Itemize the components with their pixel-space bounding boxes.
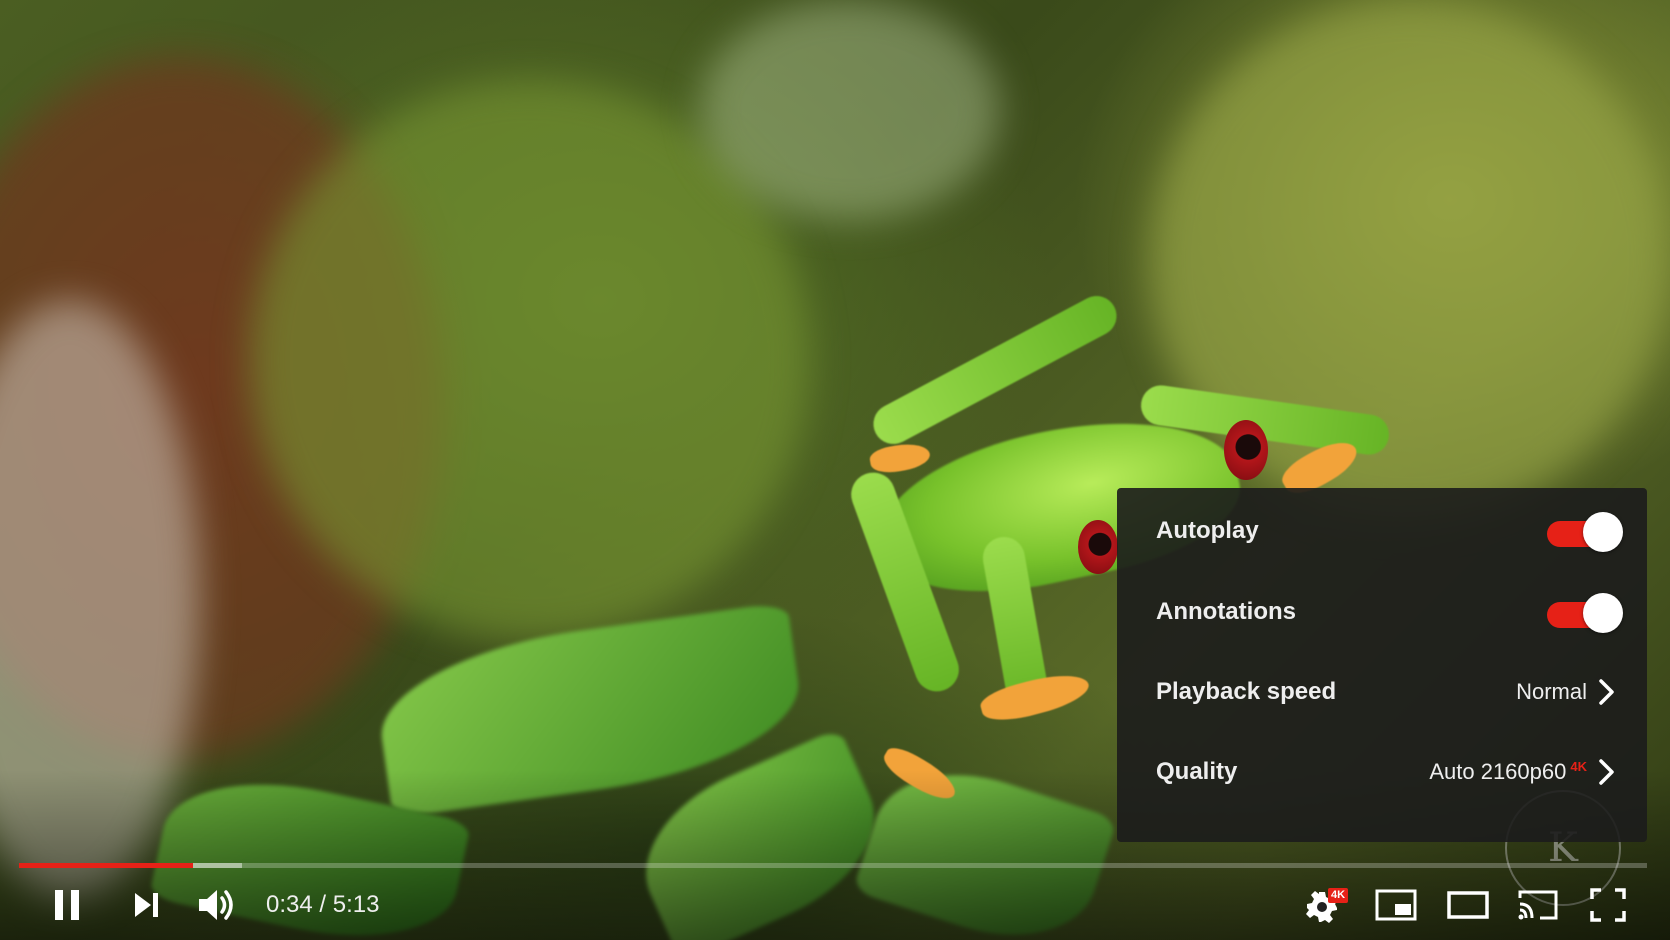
volume-icon (199, 890, 233, 920)
duration: 5:13 (332, 891, 380, 918)
frog-eye (1224, 420, 1268, 480)
playback-speed-label: Playback speed (1156, 678, 1337, 705)
video-player[interactable]: K Autoplay Annotations Playback speed No… (0, 0, 1670, 940)
chevron-right-icon (1599, 759, 1614, 785)
volume-button[interactable] (192, 870, 244, 940)
theater-mode-button[interactable] (1440, 870, 1496, 940)
annotations-label: Annotations (1156, 598, 1296, 625)
menu-item-autoplay[interactable]: Autoplay (1117, 491, 1647, 571)
menu-item-annotations[interactable]: Annotations (1117, 572, 1647, 652)
frog-foot (868, 439, 932, 477)
miniplayer-button[interactable] (1368, 870, 1424, 940)
menu-item-quality[interactable]: Quality Auto 2160p60 4K (1117, 732, 1647, 812)
settings-menu: Autoplay Annotations Playback speed Norm… (1117, 488, 1647, 842)
menu-item-playback-speed[interactable]: Playback speed Normal (1117, 652, 1647, 732)
next-button[interactable] (122, 870, 172, 940)
annotations-toggle[interactable] (1547, 592, 1623, 633)
playback-speed-value: Normal (1516, 679, 1587, 704)
quality-label: Quality (1156, 758, 1238, 785)
progress-bar[interactable] (19, 863, 1647, 868)
chevron-right-icon (1599, 679, 1614, 705)
next-icon (135, 893, 158, 917)
autoplay-label: Autoplay (1156, 517, 1259, 544)
pause-button[interactable] (40, 870, 94, 940)
quality-value-wrap: Auto 2160p60 4K (1429, 759, 1587, 785)
theater-mode-icon (1447, 891, 1489, 919)
toggle-knob (1583, 512, 1623, 552)
fullscreen-icon (1590, 888, 1626, 922)
pause-icon (55, 890, 79, 920)
current-time: 0:34 (266, 891, 313, 918)
toggle-knob (1583, 593, 1623, 633)
settings-button[interactable]: 4K (1300, 870, 1356, 940)
background-sky-blur (700, 0, 1000, 220)
autoplay-toggle[interactable] (1547, 511, 1623, 552)
time-separator: / (312, 891, 333, 918)
progress-played (19, 863, 194, 868)
cast-button[interactable] (1510, 870, 1566, 940)
cast-icon (1518, 890, 1558, 920)
miniplayer-icon (1375, 889, 1417, 921)
frog-eye (1078, 520, 1118, 574)
time-display: 0:34 / 5:13 (266, 870, 379, 940)
settings-4k-badge: 4K (1328, 888, 1349, 903)
quality-4k-badge: 4K (1570, 758, 1587, 774)
quality-value: Auto 2160p60 (1429, 759, 1567, 785)
fullscreen-button[interactable] (1580, 870, 1636, 940)
player-controls: 0:34 / 5:13 4K (0, 870, 1670, 940)
